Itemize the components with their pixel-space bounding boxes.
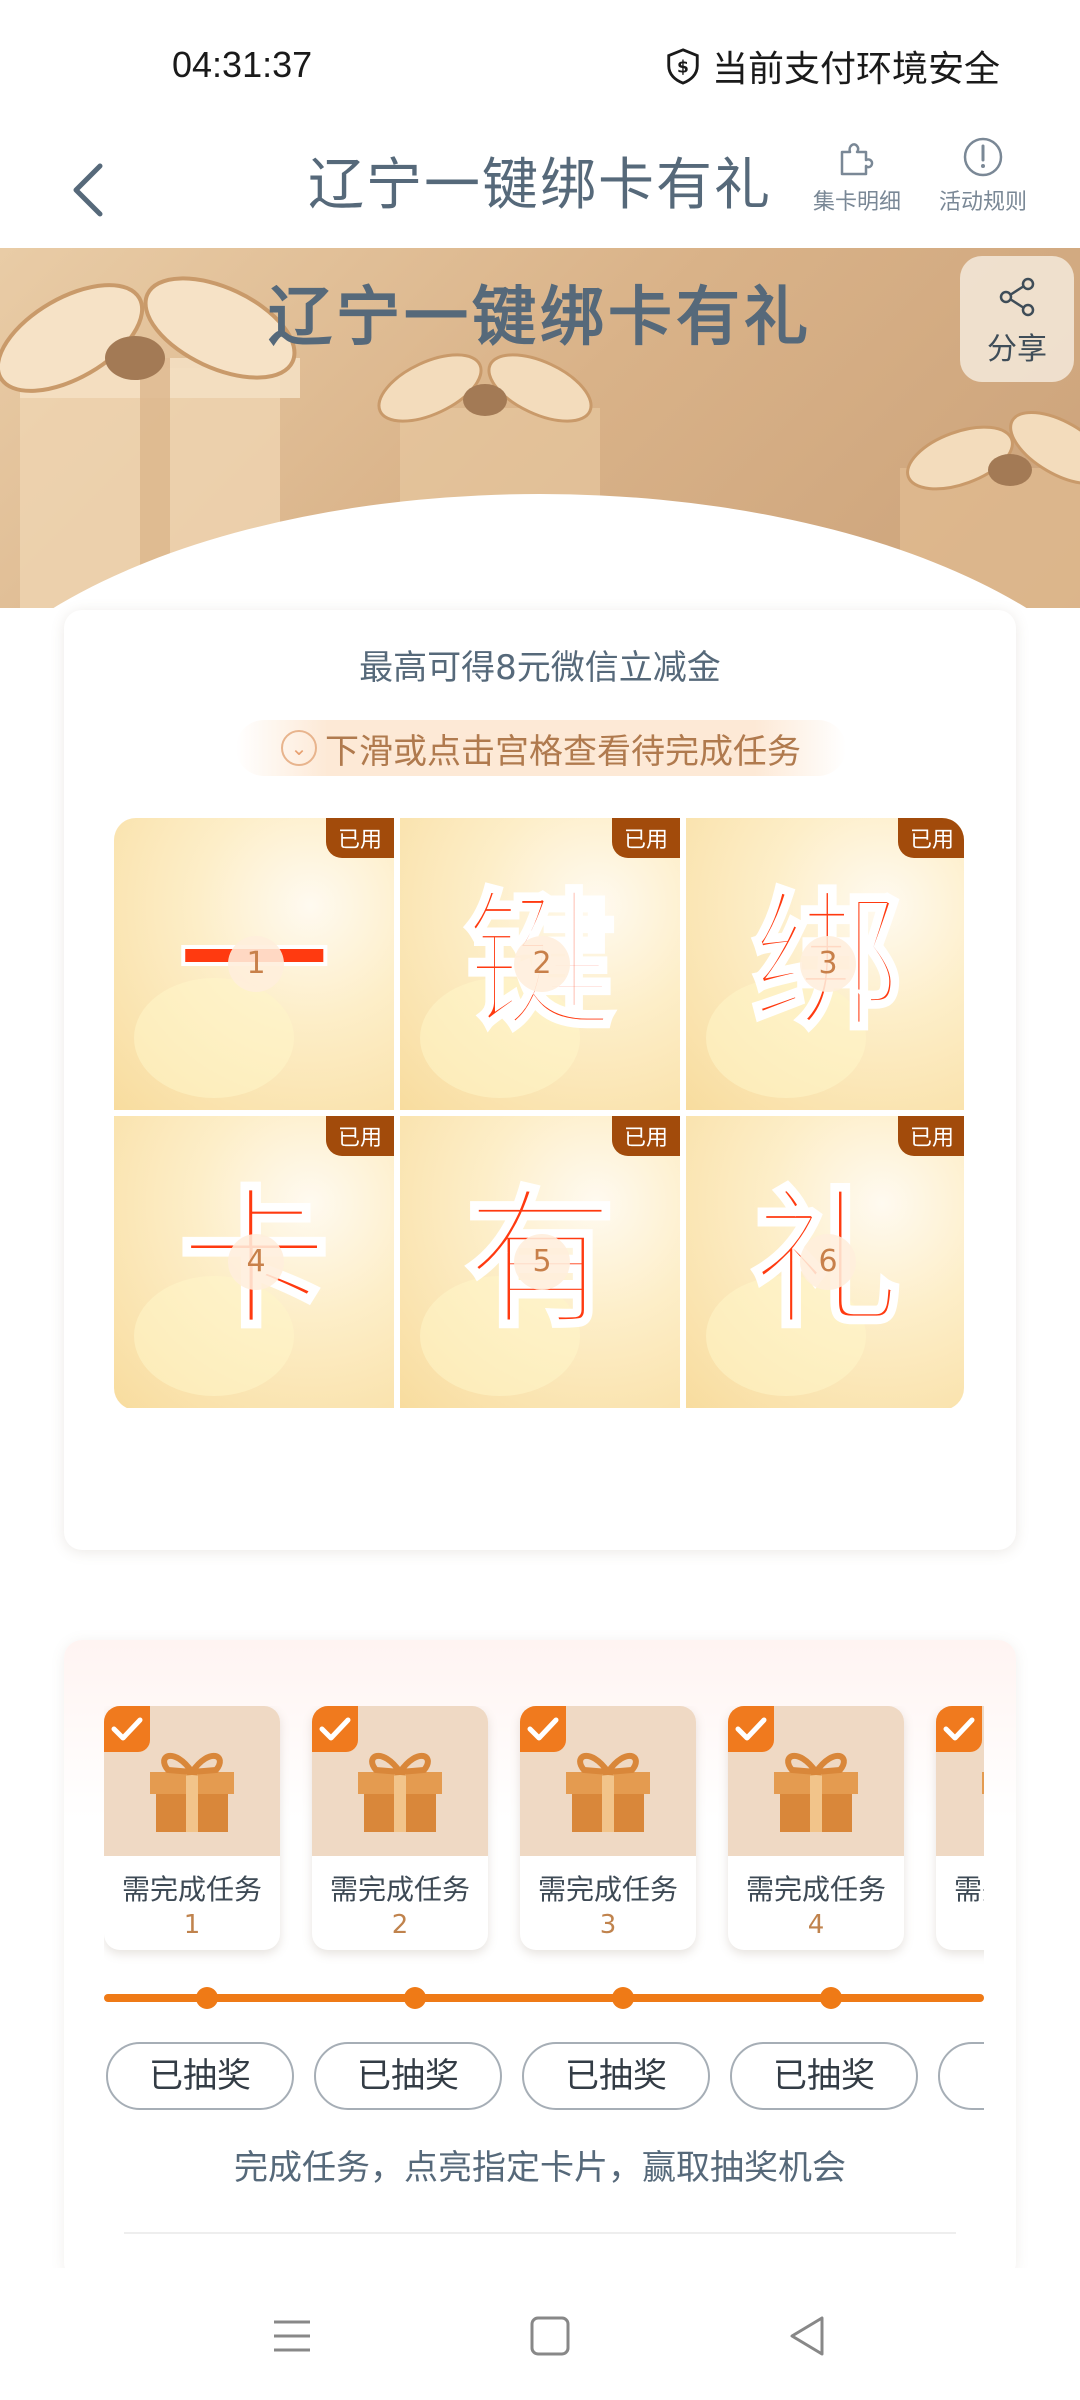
reward-subtitle: 最高可得8元微信立减金 — [359, 648, 721, 688]
chevron-double-down-icon: ⌄ — [281, 730, 317, 766]
gift-icon — [774, 1752, 858, 1832]
gift-icon — [150, 1752, 234, 1832]
progress-dot — [612, 1987, 634, 2009]
status-time: 04:31:37 — [172, 44, 313, 85]
nav-bar: 辽宁一键绑卡有礼 集卡明细 活动规则 — [0, 130, 1080, 248]
used-tag: 已用 — [897, 818, 964, 858]
card-cell[interactable]: 已用 键 2 — [400, 818, 680, 1110]
progress-dot — [820, 1987, 842, 2009]
task-card-header — [104, 1706, 280, 1856]
task-card-header — [312, 1706, 488, 1856]
card-grid: 已用 一 1 已用 键 2 已用 绑 3 已用 卡 4 已用 有 5 已用 礼 … — [114, 818, 964, 1410]
progress-dot — [196, 1987, 218, 2009]
security-text: 当前支付环境安全 — [711, 49, 1000, 90]
scroll-hint-text: 下滑或点击宫格查看待完成任务 — [325, 731, 801, 772]
svg-text:$: $ — [677, 58, 689, 78]
tasks-panel: 需完成任务 1 需完成任务 2 需完成任务 3 需完成任务 4 需 已抽奖 已抽… — [64, 1640, 1016, 2280]
card-number: 2 — [514, 936, 570, 992]
drawn-button[interactable]: 已抽奖 — [522, 2042, 710, 2110]
drawn-button[interactable]: 已抽奖 — [938, 2042, 984, 2110]
task-card[interactable]: 需完成任务 4 — [728, 1706, 904, 1950]
task-number: 5 — [936, 1910, 984, 1940]
home-square-icon[interactable] — [520, 2312, 580, 2360]
progress-dot — [404, 1987, 426, 2009]
shield-dollar-icon: $ — [667, 48, 699, 85]
card-number: 1 — [228, 936, 284, 992]
card-number: 5 — [514, 1234, 570, 1290]
card-detail-label: 集卡明细 — [812, 190, 901, 215]
banner-title: 辽宁一键绑卡有礼 — [268, 281, 812, 355]
tasks-scroller[interactable]: 需完成任务 1 需完成任务 2 需完成任务 3 需完成任务 4 需 已抽奖 已抽… — [104, 1706, 984, 2206]
used-tag: 已用 — [325, 818, 394, 858]
card-number: 4 — [228, 1234, 284, 1290]
task-label: 需完成任务 — [745, 1873, 886, 1906]
task-card-header — [728, 1706, 904, 1856]
rules-button[interactable]: 活动规则 — [928, 134, 1038, 216]
menu-icon[interactable] — [262, 2312, 322, 2360]
exclamation-circle-icon — [963, 137, 1003, 177]
task-card-header — [936, 1706, 984, 1856]
card-cell[interactable]: 已用 礼 6 — [686, 1116, 964, 1408]
tasks-footer-text: 完成任务，点亮指定卡片，赢取抽奖机会 — [234, 2148, 846, 2188]
card-cell[interactable]: 已用 绑 3 — [686, 818, 964, 1110]
puzzle-icon — [840, 143, 874, 176]
task-card[interactable]: 需完成任务 1 — [104, 1706, 280, 1950]
task-label: 需完成任务 — [537, 1873, 678, 1906]
card-number: 3 — [800, 936, 856, 992]
status-bar: 04:31:37 $ 当前支付环境安全 — [0, 0, 1080, 130]
back-triangle-icon[interactable] — [778, 2312, 838, 2360]
drawn-button[interactable]: 已抽奖 — [106, 2042, 294, 2110]
divider — [124, 2232, 956, 2234]
task-number: 1 — [183, 1910, 201, 1940]
drawn-button[interactable]: 已抽奖 — [730, 2042, 918, 2110]
task-number: 2 — [391, 1910, 409, 1940]
task-card[interactable]: 需完成任务 2 — [312, 1706, 488, 1950]
card-cell[interactable]: 已用 卡 4 — [114, 1116, 394, 1408]
rules-label: 活动规则 — [938, 190, 1027, 215]
card-cell[interactable]: 已用 有 5 — [400, 1116, 680, 1408]
progress-line — [104, 1994, 984, 2002]
task-label: 需完成任务 — [329, 1873, 470, 1906]
drawn-button[interactable]: 已抽奖 — [314, 2042, 502, 2110]
task-card[interactable]: 需完成任务 5 — [936, 1706, 984, 1950]
task-number: 3 — [599, 1910, 617, 1940]
task-label: 需完成任务 — [953, 1873, 984, 1906]
used-tag: 已用 — [325, 1116, 394, 1156]
task-card[interactable]: 需完成任务 3 — [520, 1706, 696, 1950]
card-collection-panel: 最高可得8元微信立减金 ⌄ 下滑或点击宫格查看待完成任务 已用 一 1 已用 键… — [64, 610, 1016, 1550]
task-number: 4 — [807, 1910, 825, 1940]
task-card-header — [520, 1706, 696, 1856]
system-nav-bar — [0, 2268, 1080, 2400]
used-tag: 已用 — [897, 1116, 964, 1156]
card-number: 6 — [800, 1234, 856, 1290]
gift-icon — [982, 1772, 984, 1794]
used-tag: 已用 — [611, 1116, 680, 1156]
gift-icon — [566, 1752, 650, 1832]
gift-icon — [358, 1752, 442, 1832]
used-tag: 已用 — [611, 818, 680, 858]
scroll-hint[interactable]: ⌄ 下滑或点击宫格查看待完成任务 — [236, 720, 846, 776]
card-cell[interactable]: 已用 一 1 — [114, 818, 394, 1110]
task-label: 需完成任务 — [121, 1873, 262, 1906]
page-title: 辽宁一键绑卡有礼 — [308, 153, 772, 218]
card-detail-button[interactable]: 集卡明细 — [802, 134, 912, 216]
security-indicator: $ 当前支付环境安全 — [664, 40, 1000, 92]
